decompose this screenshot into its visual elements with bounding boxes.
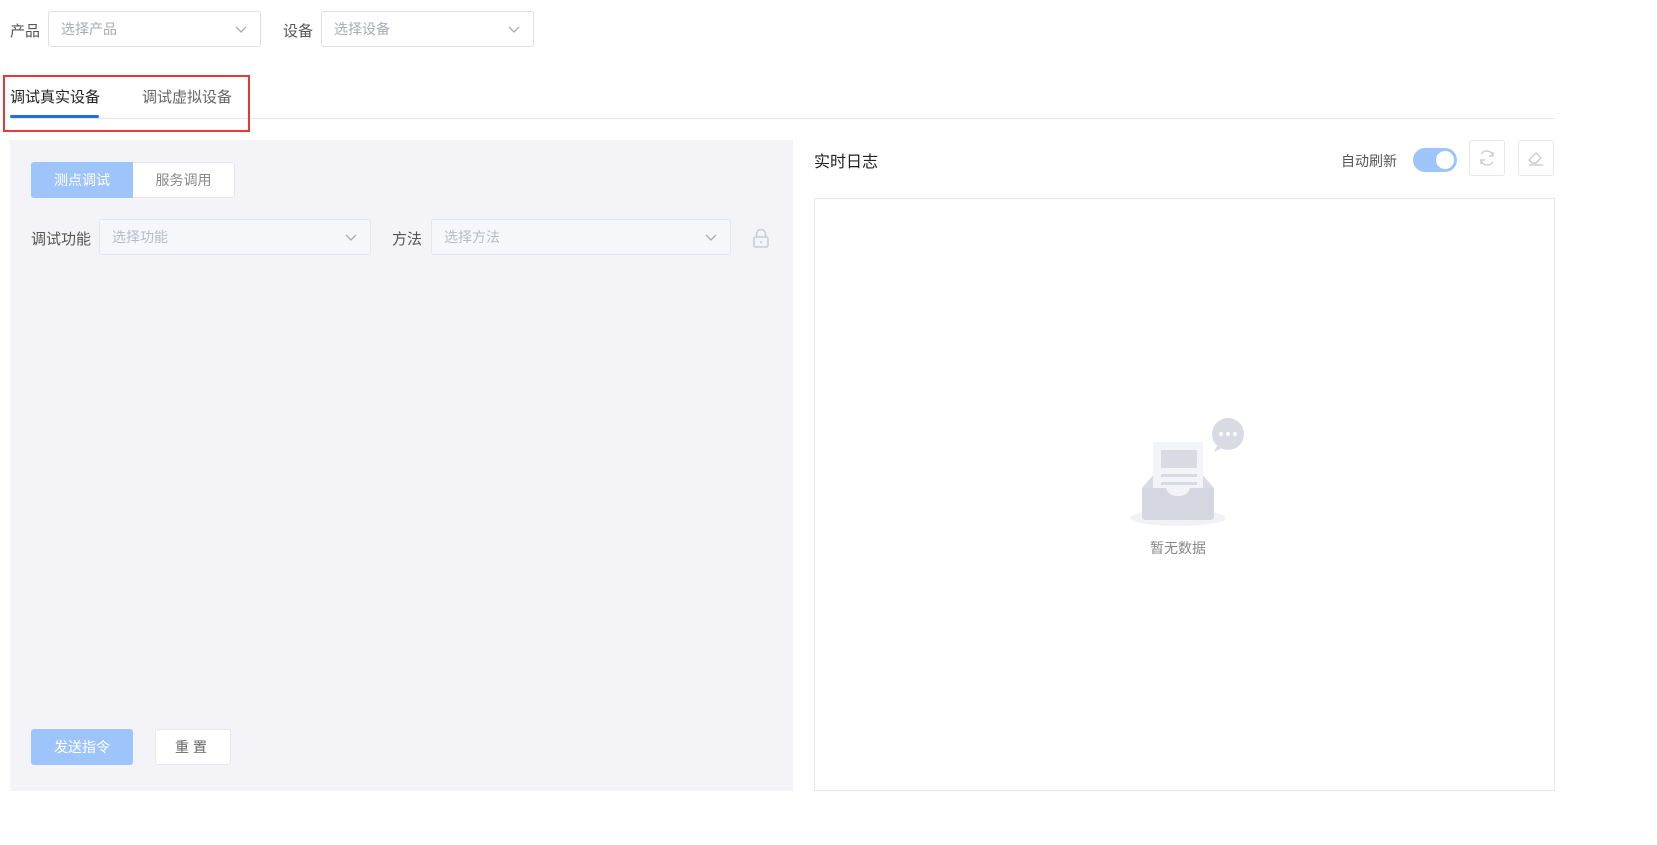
- device-select-value: 选择设备: [334, 22, 390, 38]
- function-label: 调试功能: [31, 230, 92, 248]
- empty-state-text: 暂无数据: [1150, 541, 1206, 557]
- function-select[interactable]: 选择功能: [99, 219, 371, 255]
- chevron-down-icon: [235, 26, 247, 33]
- method-select[interactable]: 选择方法: [431, 219, 731, 255]
- device-select[interactable]: 选择设备: [321, 11, 534, 47]
- chevron-down-icon: [508, 26, 520, 33]
- empty-inbox-icon: [1130, 418, 1244, 526]
- product-select-value: 选择产品: [61, 22, 117, 38]
- auto-refresh-label: 自动刷新: [1341, 154, 1397, 170]
- product-select[interactable]: 选择产品: [48, 11, 261, 47]
- device-label: 设备: [283, 22, 314, 40]
- reset-button[interactable]: 重置: [155, 729, 231, 765]
- highlight-box: [3, 75, 250, 132]
- refresh-button[interactable]: [1469, 140, 1505, 176]
- log-panel-title: 实时日志: [814, 152, 879, 171]
- segment-service-call[interactable]: 服务调用: [133, 162, 235, 198]
- refresh-icon: [1480, 150, 1494, 166]
- chevron-down-icon: [705, 234, 717, 241]
- eraser-icon: [1528, 152, 1543, 166]
- segment-point-debug[interactable]: 测点调试: [31, 162, 133, 198]
- clear-log-button[interactable]: [1518, 140, 1554, 176]
- function-select-value: 选择功能: [112, 230, 168, 246]
- auto-refresh-toggle[interactable]: [1413, 148, 1457, 172]
- toggle-knob: [1436, 151, 1454, 169]
- send-command-button[interactable]: 发送指令: [31, 729, 133, 765]
- chevron-down-icon: [345, 234, 357, 241]
- method-label: 方法: [392, 230, 423, 248]
- product-label: 产品: [10, 22, 41, 40]
- method-select-value: 选择方法: [444, 230, 500, 246]
- lock-icon[interactable]: [752, 228, 770, 248]
